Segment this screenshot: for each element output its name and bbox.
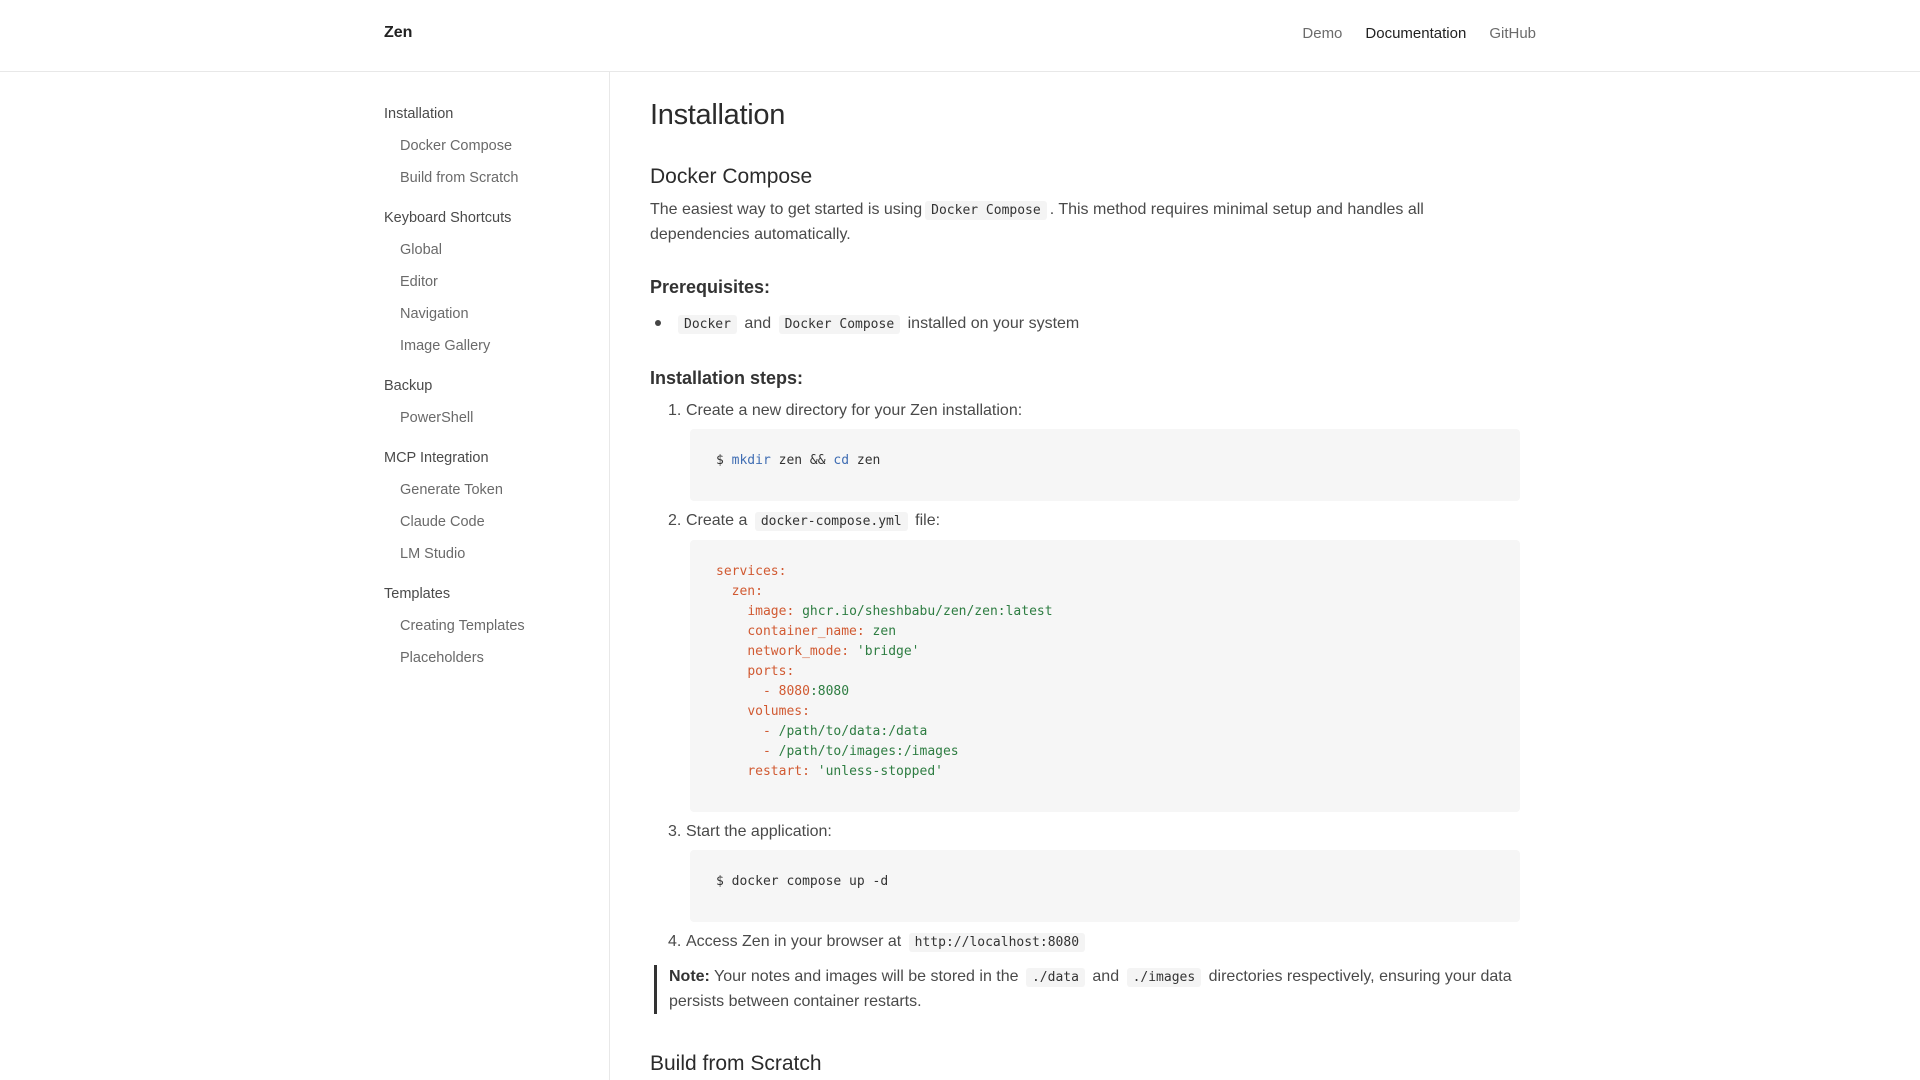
intro-paragraph: The easiest way to get started is using D… (650, 198, 1520, 247)
page-title: Installation (650, 99, 786, 131)
sidebar-item-creating-templates[interactable]: Creating Templates (384, 614, 604, 646)
inline-code-docker-compose-2: Docker Compose (778, 315, 901, 334)
note-callout: Note: Your notes and images will be stor… (654, 965, 1520, 1014)
sidebar-item-generate-token[interactable]: Generate Token (384, 478, 604, 510)
sidebar-heading-keyboard-shortcuts[interactable]: Keyboard Shortcuts (384, 206, 604, 238)
section-heading-docker-compose: Docker Compose (650, 165, 813, 188)
yaml-vol1-dash: - (762, 724, 779, 739)
sidebar-group-keyboard-shortcuts: Keyboard Shortcuts Global Editor Navigat… (384, 206, 604, 366)
sidebar-item-docker-compose[interactable]: Docker Compose (384, 134, 604, 166)
yaml-port-container: :8080 (809, 684, 850, 699)
brand-logo[interactable]: Zen (384, 24, 412, 42)
yaml-vol2-dash: - (762, 744, 779, 759)
sidebar-item-navigation[interactable]: Navigation (384, 302, 604, 334)
sidebar-nav: Installation Docker Compose Build from S… (384, 102, 604, 686)
inline-code-docker-compose-yml: docker-compose.yml (754, 512, 908, 531)
sidebar-item-lm-studio[interactable]: LM Studio (384, 542, 604, 574)
prereq-end-text: installed on your system (907, 315, 1080, 332)
yaml-restart-key: restart: (747, 764, 810, 779)
sidebar-item-claude-code[interactable]: Claude Code (384, 510, 604, 542)
intro-text-start: The easiest way to get started is using (650, 201, 923, 218)
code-block-docker-compose-up[interactable]: $ docker compose up -d (690, 850, 1520, 922)
intro-text-line2: dependencies automatically. (650, 226, 851, 243)
step-2-text-start: Create a (686, 512, 748, 529)
nav-demo[interactable]: Demo (1302, 25, 1342, 42)
step-3-text: Start the application: (686, 823, 832, 840)
prerequisite-list-item: Docker and Docker Compose installed on y… (650, 312, 1079, 337)
inline-code-docker-compose: Docker Compose (925, 201, 1047, 220)
section-heading-build-from-scratch: Build from Scratch (650, 1052, 822, 1075)
step-3-number: 3. (668, 823, 682, 840)
yaml-restart-value: 'unless-stopped' (817, 764, 943, 779)
sidebar-group-mcp-integration: MCP Integration Generate Token Claude Co… (384, 446, 604, 574)
step-2-text-end: file: (915, 512, 941, 529)
step-4-text: Access Zen in your browser at (686, 933, 902, 950)
note-and-text: and (1092, 968, 1120, 985)
yaml-zen: zen: (731, 584, 763, 599)
installation-steps-heading: Installation steps: (650, 368, 804, 388)
step-2-number: 2. (668, 512, 682, 529)
yaml-volume-data: /path/to/data:/data (778, 724, 928, 739)
inline-code-images-dir: ./images (1126, 968, 1202, 987)
main-content: Installation Docker Compose The easiest … (650, 72, 1520, 1080)
step-3: 3. Start the application: (668, 820, 832, 844)
sidebar-item-powershell[interactable]: PowerShell (384, 406, 604, 438)
sidebar: Installation Docker Compose Build from S… (0, 72, 610, 1080)
yaml-container-name-key: container_name: (747, 624, 865, 639)
note-text-end: directories respectively, ensuring your … (1208, 968, 1512, 985)
sidebar-item-global[interactable]: Global (384, 238, 604, 270)
yaml-volume-images: /path/to/images:/images (778, 744, 959, 759)
code-mid: zen && (778, 453, 826, 468)
inline-code-data-dir: ./data (1025, 968, 1085, 987)
nav-documentation[interactable]: Documentation (1365, 25, 1466, 42)
prereq-and-text: and (744, 315, 772, 332)
code-docker-compose-up: $ docker compose up -d (716, 874, 889, 889)
code-block-mkdir[interactable]: $ mkdir zen && cd zen (690, 429, 1520, 501)
step-4: 4. Access Zen in your browser at http://l… (668, 930, 1088, 955)
sidebar-heading-mcp-integration[interactable]: MCP Integration (384, 446, 604, 478)
code-prompt: $ (716, 453, 724, 468)
sidebar-group-installation: Installation Docker Compose Build from S… (384, 102, 604, 198)
sidebar-item-build-from-scratch[interactable]: Build from Scratch (384, 166, 604, 198)
sidebar-item-placeholders[interactable]: Placeholders (384, 646, 604, 678)
sidebar-item-image-gallery[interactable]: Image Gallery (384, 334, 604, 366)
yaml-port-host: 8080 (778, 684, 810, 699)
step-1-number: 1. (668, 402, 682, 419)
step-4-number: 4. (668, 933, 682, 950)
prerequisites-heading: Prerequisites: (650, 277, 771, 297)
step-2: 2. Create a docker-compose.yml file: (668, 509, 941, 534)
inline-code-docker: Docker (678, 315, 737, 334)
note-text-line2: persists between container restarts. (669, 993, 922, 1010)
code-block-docker-compose-yml[interactable]: services: zen: image: ghcr.io/sheshbabu/… (690, 540, 1520, 812)
sidebar-heading-templates[interactable]: Templates (384, 582, 604, 614)
yaml-services: services: (716, 564, 787, 579)
yaml-network-mode-key: network_mode: (747, 644, 850, 659)
code-cmd-mkdir: mkdir (731, 453, 771, 468)
sidebar-item-editor[interactable]: Editor (384, 270, 604, 302)
step-1: 1. Create a new directory for your Zen in… (668, 399, 1023, 423)
note-label: Note: (669, 968, 710, 985)
code-end: zen (856, 453, 881, 468)
yaml-image-key: image: (747, 604, 795, 619)
code-cmd-cd: cd (833, 453, 850, 468)
note-text-start: Your notes and images will be stored in … (714, 968, 1019, 985)
top-header: Zen Demo Documentation GitHub (0, 0, 1920, 72)
yaml-port-dash: - (762, 684, 779, 699)
nav-github[interactable]: GitHub (1489, 25, 1536, 42)
yaml-volumes-key: volumes: (747, 704, 810, 719)
yaml-image-value: ghcr.io/sheshbabu/zen/zen:latest (802, 604, 1053, 619)
top-nav: Demo Documentation GitHub (1302, 25, 1536, 42)
sidebar-group-backup: Backup PowerShell (384, 374, 604, 438)
yaml-container-name-value: zen (872, 624, 897, 639)
intro-text-end: . This method requires minimal setup and… (1049, 201, 1424, 218)
bullet-icon (655, 319, 661, 326)
yaml-ports-key: ports: (747, 664, 795, 679)
step-1-text: Create a new directory for your Zen inst… (686, 402, 1023, 419)
yaml-network-mode-value: 'bridge' (856, 644, 920, 659)
inline-code-localhost-url: http://localhost:8080 (908, 933, 1086, 952)
sidebar-heading-installation[interactable]: Installation (384, 102, 604, 134)
sidebar-group-templates: Templates Creating Templates Placeholder… (384, 582, 604, 678)
sidebar-heading-backup[interactable]: Backup (384, 374, 604, 406)
